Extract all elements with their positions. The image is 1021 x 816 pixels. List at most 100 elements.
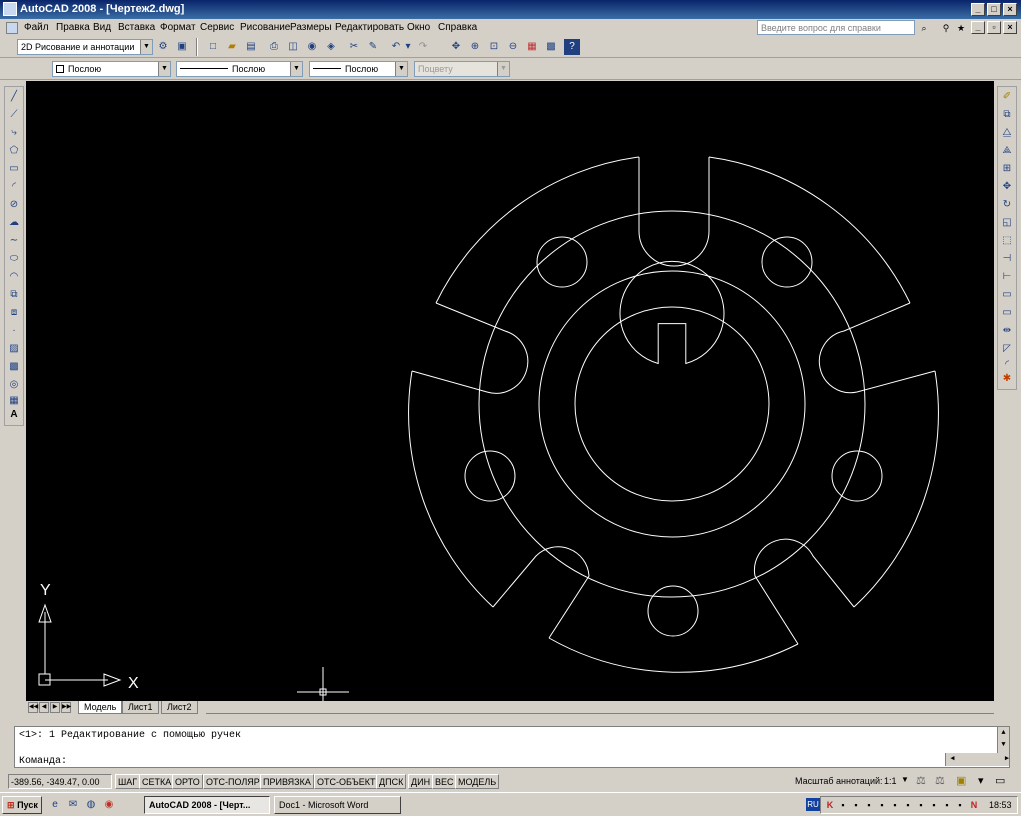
tray-n-icon[interactable]: N: [969, 800, 979, 810]
command-window[interactable]: <1>: 1 Редактирование с помощью ручек Ко…: [14, 726, 1010, 768]
menu-modify[interactable]: Редактировать: [335, 22, 404, 33]
start-button[interactable]: ⊞ Пуск: [2, 796, 42, 814]
coordinate-readout[interactable]: -389.56, -349.47, 0.00: [8, 774, 112, 789]
ellipse-arc-icon[interactable]: ◠: [5, 269, 23, 285]
new-file-icon[interactable]: □: [205, 39, 221, 55]
tray-app-icon[interactable]: ▪: [929, 800, 939, 810]
menu-window[interactable]: Окно: [407, 22, 430, 33]
ducs-button[interactable]: ДПСК: [376, 774, 407, 789]
color-select[interactable]: Послою ▼: [52, 61, 171, 77]
chevron-down-icon[interactable]: ▼: [901, 775, 909, 784]
linetype-select[interactable]: Послою ▼: [176, 61, 303, 77]
horizontal-scrollbar[interactable]: [206, 701, 994, 714]
save-icon[interactable]: ▤: [243, 39, 259, 55]
cut-icon[interactable]: ✂: [346, 39, 362, 55]
explode-icon[interactable]: ✱: [998, 371, 1016, 387]
tray-app-icon[interactable]: ▪: [942, 800, 952, 810]
redo-icon[interactable]: ↷: [415, 39, 431, 55]
tray-app-icon[interactable]: ▪: [890, 800, 900, 810]
offset-icon[interactable]: ⟁: [998, 143, 1016, 159]
menu-dimensions[interactable]: Размеры: [290, 22, 332, 33]
status-menu-icon[interactable]: ▾: [978, 774, 984, 787]
tab-model[interactable]: Модель: [78, 701, 123, 714]
close-button[interactable]: ×: [1003, 3, 1017, 16]
clean-screen-icon[interactable]: ▭: [995, 774, 1005, 787]
doc-restore-button[interactable]: ▫: [987, 21, 1001, 34]
grid-button[interactable]: СЕТКА: [139, 774, 175, 789]
open-file-icon[interactable]: ▰: [224, 39, 240, 55]
join-icon[interactable]: ⇹: [998, 323, 1016, 339]
maximize-button[interactable]: □: [987, 3, 1001, 16]
tray-app-icon[interactable]: ▪: [851, 800, 861, 810]
move-icon[interactable]: ✥: [998, 179, 1016, 195]
zoom-window-icon[interactable]: ⊡: [486, 39, 502, 55]
drawing-area[interactable]: Y X: [26, 81, 994, 701]
polar-button[interactable]: ОТС-ПОЛЯР: [203, 774, 263, 789]
otrack-button[interactable]: ОТС-ОБЪЕКТ: [314, 774, 379, 789]
task-word[interactable]: Doc1 - Microsoft Word: [274, 796, 401, 814]
mirror-icon[interactable]: ⧋: [998, 125, 1016, 141]
zoom-realtime-icon[interactable]: ⊕: [467, 39, 483, 55]
task-autocad[interactable]: AutoCAD 2008 - [Черт...: [144, 796, 270, 814]
quicklaunch-outlook-icon[interactable]: ✉: [65, 797, 81, 813]
undo-icon[interactable]: ↶: [388, 39, 404, 55]
annotation-scale-select[interactable]: 1:1: [884, 776, 897, 786]
help-search-input[interactable]: Введите вопрос для справки: [757, 20, 915, 35]
pan-realtime-icon[interactable]: ✥: [448, 39, 464, 55]
help-icon[interactable]: ?: [564, 39, 580, 55]
gradient-icon[interactable]: ▩: [5, 359, 23, 375]
scale-icon[interactable]: ◱: [998, 215, 1016, 231]
tray-app-icon[interactable]: ▪: [877, 800, 887, 810]
break-icon[interactable]: ▭: [998, 287, 1016, 303]
menu-draw[interactable]: Рисование: [240, 22, 290, 33]
workspace-save-icon[interactable]: ▣: [174, 39, 190, 55]
menu-edit[interactable]: Правка: [56, 22, 90, 33]
quicklaunch-chrome-icon[interactable]: ◉: [101, 797, 117, 813]
chamfer-icon[interactable]: ◸: [998, 341, 1016, 357]
communication-center-icon[interactable]: ⚲: [940, 22, 952, 34]
erase-icon[interactable]: ✐: [998, 89, 1016, 105]
tray-app-icon[interactable]: ▪: [916, 800, 926, 810]
lock-icon[interactable]: ▣: [956, 774, 966, 787]
workspace-select[interactable]: 2D Рисование и аннотации ▼: [17, 39, 153, 55]
menu-view[interactable]: Вид: [93, 22, 111, 33]
ellipse-icon[interactable]: ⬭: [5, 251, 23, 267]
next-tab-icon[interactable]: ▶: [50, 702, 60, 713]
spline-icon[interactable]: ∼: [5, 233, 23, 249]
lwt-button[interactable]: ВЕС: [432, 774, 457, 789]
auto-scale-icon[interactable]: ⚖: [935, 774, 945, 787]
rectangle-icon[interactable]: ▭: [5, 161, 23, 177]
zoom-previous-icon[interactable]: ⊖: [505, 39, 521, 55]
tab-layout2[interactable]: Лист2: [161, 701, 198, 714]
tray-app-icon[interactable]: ▪: [955, 800, 965, 810]
document-icon[interactable]: [6, 22, 18, 34]
kaspersky-icon[interactable]: K: [825, 800, 835, 810]
polygon-icon[interactable]: ⬠: [5, 143, 23, 159]
properties-icon[interactable]: ▦: [524, 39, 540, 55]
menu-file[interactable]: Файл: [24, 22, 49, 33]
annotation-visibility-icon[interactable]: ⚖: [916, 774, 926, 787]
3d-dwf-icon[interactable]: ◈: [323, 39, 339, 55]
last-tab-icon[interactable]: ▶▶: [61, 702, 71, 713]
ortho-button[interactable]: ОРТО: [172, 774, 203, 789]
circle-icon[interactable]: ⊘: [5, 197, 23, 213]
construction-line-icon[interactable]: ⟋: [5, 107, 23, 123]
minimize-button[interactable]: _: [971, 3, 985, 16]
tray-app-icon[interactable]: ▪: [838, 800, 848, 810]
doc-minimize-button[interactable]: _: [971, 21, 985, 34]
plot-preview-icon[interactable]: ◫: [285, 39, 301, 55]
line-icon[interactable]: ╱: [5, 89, 23, 105]
plot-icon[interactable]: ⎙: [266, 39, 282, 55]
language-indicator[interactable]: RU: [806, 798, 820, 811]
tab-layout1[interactable]: Лист1: [122, 701, 159, 714]
dyn-button[interactable]: ДИН: [408, 774, 434, 789]
tray-app-icon[interactable]: ▪: [864, 800, 874, 810]
snap-button[interactable]: ШАГ: [115, 774, 141, 789]
autocad-app-icon[interactable]: [3, 2, 17, 16]
rotate-icon[interactable]: ↻: [998, 197, 1016, 213]
prev-tab-icon[interactable]: ◀: [39, 702, 49, 713]
point-icon[interactable]: ·: [5, 323, 23, 339]
break-at-point-icon[interactable]: ▭: [998, 305, 1016, 321]
revision-cloud-icon[interactable]: ☁: [5, 215, 23, 231]
osnap-button[interactable]: ПРИВЯЗКА: [260, 774, 314, 789]
